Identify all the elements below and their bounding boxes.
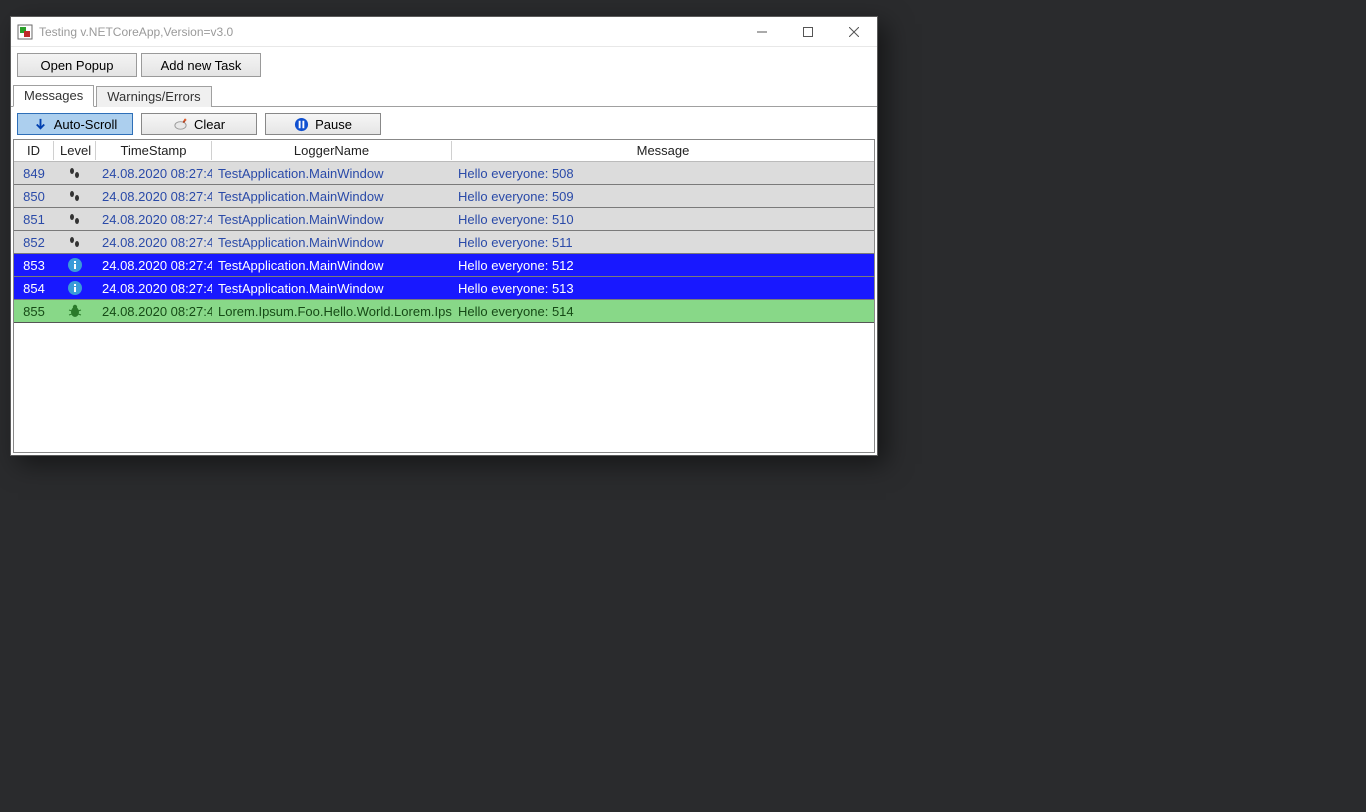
col-header-timestamp[interactable]: TimeStamp <box>96 141 212 160</box>
log-grid[interactable]: ID Level TimeStamp LoggerName Message 84… <box>13 139 875 453</box>
grid-container: ID Level TimeStamp LoggerName Message 84… <box>11 139 877 455</box>
maximize-icon <box>803 27 813 37</box>
cell-logger: TestApplication.MainWindow <box>212 258 452 273</box>
window-title: Testing v.NETCoreApp,Version=v3.0 <box>39 25 233 39</box>
cell-timestamp: 24.08.2020 08:27:44 <box>96 189 212 204</box>
col-header-id[interactable]: ID <box>14 141 54 160</box>
cell-logger: TestApplication.MainWindow <box>212 235 452 250</box>
grid-toolbar: Auto-Scroll Clear Pause <box>11 107 877 139</box>
col-header-level[interactable]: Level <box>54 141 96 160</box>
grid-header[interactable]: ID Level TimeStamp LoggerName Message <box>14 140 874 162</box>
app-icon <box>17 24 33 40</box>
footprints-icon <box>67 234 83 250</box>
cell-timestamp: 24.08.2020 08:27:44 <box>96 212 212 227</box>
tab-warnings-errors[interactable]: Warnings/Errors <box>96 86 211 107</box>
cell-logger: Lorem.Ipsum.Foo.Hello.World.Lorem.Ipsum <box>212 304 452 319</box>
table-row[interactable]: 855 24.08.2020 08:27:45Lorem.Ipsum.Foo.He… <box>14 300 874 323</box>
cell-id: 851 <box>14 212 54 227</box>
cell-logger: TestApplication.MainWindow <box>212 189 452 204</box>
clear-label: Clear <box>194 117 225 132</box>
cell-timestamp: 24.08.2020 08:27:45 <box>96 281 212 296</box>
tab-messages[interactable]: Messages <box>13 85 94 107</box>
cell-level <box>54 234 96 250</box>
autoscroll-button[interactable]: Auto-Scroll <box>17 113 133 135</box>
cell-message: Hello everyone: 509 <box>452 189 874 204</box>
table-row[interactable]: 852 24.08.2020 08:27:44TestApplication.Ma… <box>14 231 874 254</box>
table-row[interactable]: 849 24.08.2020 08:27:44TestApplication.Ma… <box>14 162 874 185</box>
titlebar[interactable]: Testing v.NETCoreApp,Version=v3.0 <box>11 17 877 47</box>
cell-level <box>54 211 96 227</box>
minimize-button[interactable] <box>739 17 785 47</box>
cell-id: 849 <box>14 166 54 181</box>
cell-message: Hello everyone: 510 <box>452 212 874 227</box>
cell-level <box>54 188 96 204</box>
app-window: Testing v.NETCoreApp,Version=v3.0 Open P… <box>10 16 878 456</box>
grid-body: 84924.08.2020 08:27:44TestApplication.Ma… <box>14 162 874 323</box>
pause-button[interactable]: Pause <box>265 113 381 135</box>
close-icon <box>849 27 859 37</box>
footprints-icon <box>67 211 83 227</box>
cell-id: 850 <box>14 189 54 204</box>
arrow-down-icon <box>33 117 48 132</box>
pause-label: Pause <box>315 117 352 132</box>
minimize-icon <box>757 27 767 37</box>
cell-logger: TestApplication.MainWindow <box>212 281 452 296</box>
cell-level <box>54 280 96 296</box>
info-icon <box>67 280 83 296</box>
cell-level <box>54 257 96 273</box>
cell-message: Hello everyone: 513 <box>452 281 874 296</box>
clear-icon <box>173 117 188 132</box>
cell-timestamp: 24.08.2020 08:27:44 <box>96 166 212 181</box>
cell-level <box>54 303 96 319</box>
cell-level <box>54 165 96 181</box>
table-row[interactable]: 853 24.08.2020 08:27:45TestApplication.Ma… <box>14 254 874 277</box>
maximize-button[interactable] <box>785 17 831 47</box>
open-popup-button[interactable]: Open Popup <box>17 53 137 77</box>
table-row[interactable]: 851 24.08.2020 08:27:44TestApplication.Ma… <box>14 208 874 231</box>
window-controls <box>739 17 877 47</box>
cell-id: 852 <box>14 235 54 250</box>
cell-timestamp: 24.08.2020 08:27:45 <box>96 258 212 273</box>
autoscroll-label: Auto-Scroll <box>54 117 118 132</box>
cell-id: 855 <box>14 304 54 319</box>
info-icon <box>67 257 83 273</box>
pause-icon <box>294 117 309 132</box>
footprints-icon <box>67 188 83 204</box>
cell-message: Hello everyone: 508 <box>452 166 874 181</box>
cell-id: 853 <box>14 258 54 273</box>
bug-icon <box>67 303 83 319</box>
tab-bar: Messages Warnings/Errors <box>11 83 877 107</box>
main-toolbar: Open Popup Add new Task <box>11 47 877 83</box>
add-task-button[interactable]: Add new Task <box>141 53 261 77</box>
table-row[interactable]: 854 24.08.2020 08:27:45TestApplication.Ma… <box>14 277 874 300</box>
footprints-icon <box>67 165 83 181</box>
col-header-message[interactable]: Message <box>452 141 874 160</box>
cell-logger: TestApplication.MainWindow <box>212 212 452 227</box>
table-row[interactable]: 850 24.08.2020 08:27:44TestApplication.Ma… <box>14 185 874 208</box>
col-header-logger[interactable]: LoggerName <box>212 141 452 160</box>
close-button[interactable] <box>831 17 877 47</box>
cell-message: Hello everyone: 514 <box>452 304 874 319</box>
cell-message: Hello everyone: 511 <box>452 235 874 250</box>
cell-id: 854 <box>14 281 54 296</box>
cell-timestamp: 24.08.2020 08:27:45 <box>96 304 212 319</box>
cell-timestamp: 24.08.2020 08:27:44 <box>96 235 212 250</box>
cell-message: Hello everyone: 512 <box>452 258 874 273</box>
cell-logger: TestApplication.MainWindow <box>212 166 452 181</box>
clear-button[interactable]: Clear <box>141 113 257 135</box>
